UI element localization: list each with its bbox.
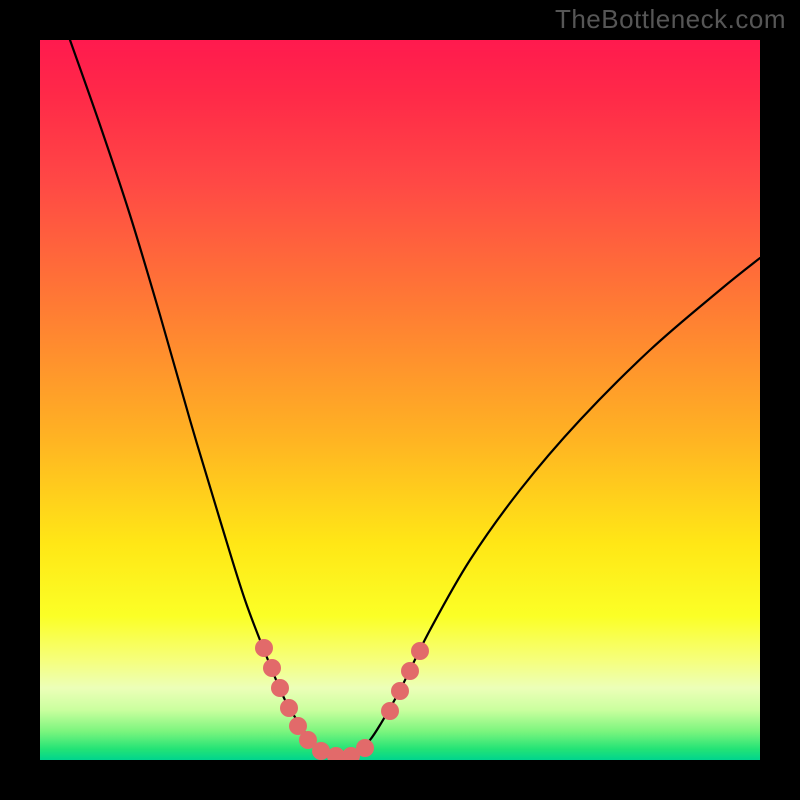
- marker-dot: [391, 682, 409, 700]
- marker-dot: [356, 739, 374, 757]
- marker-dot: [411, 642, 429, 660]
- plot-area: [40, 40, 760, 760]
- marker-dot: [381, 702, 399, 720]
- curve-markers: [255, 639, 429, 760]
- curve-svg: [40, 40, 760, 760]
- marker-dot: [271, 679, 289, 697]
- marker-dot: [263, 659, 281, 677]
- marker-dot: [255, 639, 273, 657]
- watermark-text: TheBottleneck.com: [555, 4, 786, 35]
- marker-dot: [401, 662, 419, 680]
- marker-dot: [280, 699, 298, 717]
- chart-frame: TheBottleneck.com: [0, 0, 800, 800]
